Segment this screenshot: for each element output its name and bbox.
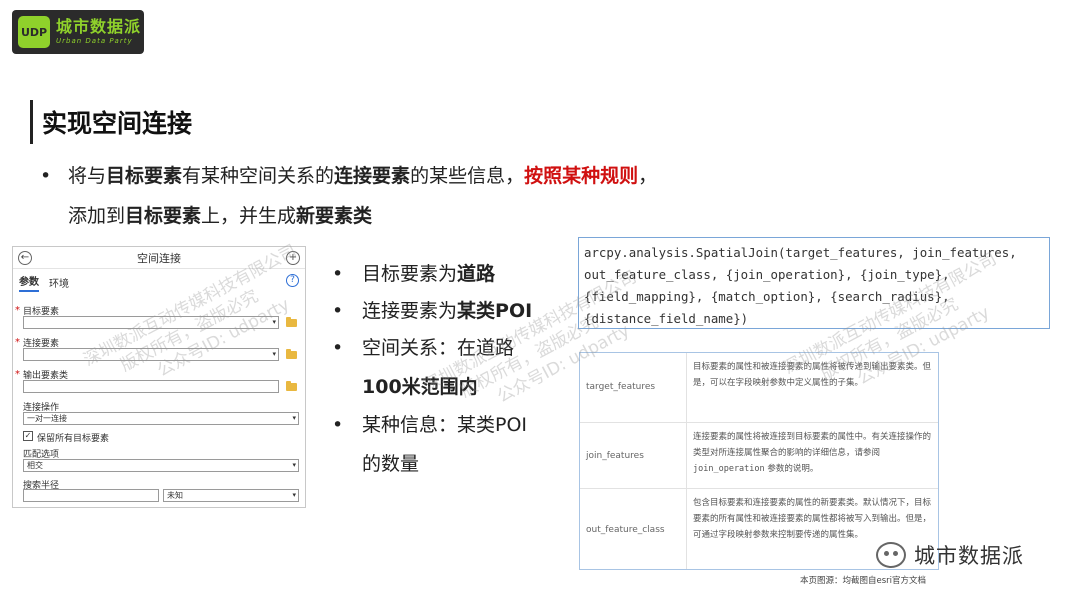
help-icon[interactable]: ? <box>286 274 299 287</box>
param-desc: 连接要素的属性将被连接到目标要素的属性中。有关连接操作的类型对所连接属性聚合的影… <box>693 429 933 477</box>
param-desc-text: 连接要素的属性将被连接到目标要素的属性中。有关连接操作的类型对所连接属性聚合的影… <box>693 432 932 458</box>
join-operation-value: 一对一连接 <box>27 414 67 423</box>
example-text: 的数量 <box>362 453 420 475</box>
logo-text: 城市数据派 Urban Data Party <box>56 18 141 46</box>
parameter-table: target_features 目标要素的属性和被连接要素的属性将被传递到输出要… <box>579 352 939 570</box>
slide-title: 实现空间连接 <box>42 109 193 138</box>
param-desc-code: join_operation <box>693 464 765 474</box>
target-features-select[interactable]: ▾ <box>23 316 279 329</box>
folder-icon[interactable] <box>286 317 297 327</box>
example-bullet-target: • 目标要素为道路 <box>332 256 532 293</box>
search-radius-unit-select[interactable]: 未知 ▾ <box>163 489 299 502</box>
join-features-select[interactable]: ▾ <box>23 348 279 361</box>
intro-line-1: 将与目标要素有某种空间关系的连接要素的某些信息，按照某种规则， <box>40 156 1040 196</box>
wechat-brand: 城市数据派 <box>876 540 1024 570</box>
brand-name: 城市数据派 <box>914 544 1024 568</box>
example-bullet-relation: • 空间关系：在道路 <box>332 330 532 367</box>
example-bullet-info-cont: 的数量 <box>332 444 532 484</box>
bullet-dot: • <box>332 337 344 359</box>
udp-logo: UDP 城市数据派 Urban Data Party <box>12 10 144 54</box>
match-option-value: 相交 <box>27 461 43 470</box>
param-name: out_feature_class <box>586 525 665 535</box>
keep-all-targets-checkbox[interactable]: ✓ <box>23 431 33 441</box>
param-name: join_features <box>586 451 644 461</box>
intro-text: 添加到 <box>68 205 126 227</box>
wechat-icon <box>876 542 906 568</box>
table-row: target_features 目标要素的属性和被连接要素的属性将被传递到输出要… <box>580 353 938 423</box>
dialog-tabs: 参数 环境 ? <box>13 272 305 292</box>
output-feature-class-input[interactable] <box>23 380 279 393</box>
intro-bold-target: 目标要素 <box>106 165 183 187</box>
param-desc: 目标要素的属性和被连接要素的属性将被传递到输出要素类。但是，可以在字段映射参数中… <box>693 362 932 388</box>
intro-bold-target: 目标要素 <box>125 205 202 227</box>
chevron-down-icon: ▾ <box>292 461 296 469</box>
add-icon[interactable]: + <box>286 251 300 265</box>
bullet-dot: • <box>40 165 52 187</box>
spatial-join-dialog: ← 空间连接 + 参数 环境 ? * 目标要素 ▾ * 连接要素 ▾ * 输出要… <box>12 246 306 508</box>
param-desc: 包含目标要素和连接要素的属性的新要素类。默认情况下，目标要素的所有属性和被连接要… <box>693 498 932 540</box>
required-mark: * <box>15 337 20 348</box>
chevron-down-icon: ▾ <box>272 350 276 358</box>
folder-icon[interactable] <box>286 349 297 359</box>
intro-text: ， <box>638 165 658 187</box>
intro-bold-join: 连接要素 <box>334 165 411 187</box>
tab-environments[interactable]: 环境 <box>49 275 69 292</box>
logo-en: Urban Data Party <box>56 37 133 45</box>
spatialjoin-code-block: arcpy.analysis.SpatialJoin(target_featur… <box>578 237 1050 329</box>
required-mark: * <box>15 305 20 316</box>
example-bullet-relation-cont: 100米范围内 <box>332 367 532 407</box>
logo-mark-icon: UDP <box>18 16 50 48</box>
back-icon[interactable]: ← <box>18 251 32 265</box>
bullet-dot: • <box>332 414 344 436</box>
param-desc-text: 参数的说明。 <box>764 464 819 474</box>
example-text: 空间关系：在道路 <box>362 337 515 359</box>
example-bullet-join: • 连接要素为某类POI <box>332 293 532 330</box>
folder-icon[interactable] <box>286 381 297 391</box>
keep-all-targets-label: 保留所有目标要素 <box>37 434 110 444</box>
intro-red-rule: 按照某种规则 <box>524 165 639 187</box>
dialog-title: 空间连接 <box>137 251 181 265</box>
example-bullets: • 目标要素为道路 • 连接要素为某类POI • 空间关系：在道路 100米范围内 •… <box>332 256 532 484</box>
intro-line-2: 添加到目标要素上，并生成新要素类 <box>40 196 1040 236</box>
tab-parameters[interactable]: 参数 <box>19 273 39 292</box>
join-operation-select[interactable]: 一对一连接 ▾ <box>23 412 299 425</box>
intro-text: 上，并生成 <box>201 205 297 227</box>
search-radius-unit-value: 未知 <box>167 491 183 500</box>
dialog-header: ← 空间连接 + <box>13 247 305 269</box>
required-mark: * <box>15 369 20 380</box>
chevron-down-icon: ▾ <box>292 414 296 422</box>
example-bold: 100米范围内 <box>362 376 478 398</box>
table-row: join_features 连接要素的属性将被连接到目标要素的属性中。有关连接操… <box>580 423 938 489</box>
chevron-down-icon: ▾ <box>292 491 296 499</box>
intro-text: 有某种空间关系的 <box>182 165 335 187</box>
search-radius-input[interactable] <box>23 489 159 502</box>
example-text: 某种信息：某类POI <box>362 414 528 436</box>
param-name: target_features <box>586 382 656 392</box>
logo-cn: 城市数据派 <box>56 17 142 36</box>
title-accent-bar <box>30 100 33 144</box>
example-bullet-info: • 某种信息：某类POI <box>332 407 532 444</box>
bullet-dot: • <box>332 300 344 322</box>
example-text: 连接要素为 <box>362 300 458 322</box>
intro-text: 的某些信息， <box>410 165 525 187</box>
example-bold: 道路 <box>457 263 496 285</box>
example-bold: 某类POI <box>457 300 533 322</box>
intro-bullet: • 将与目标要素有某种空间关系的连接要素的某些信息，按照某种规则， 添加到目标要… <box>40 156 1040 236</box>
example-text: 目标要素为 <box>362 263 458 285</box>
intro-text: 将与 <box>68 165 107 187</box>
image-source-note: 本页图源：均截图自esri官方文档 <box>800 576 927 586</box>
bullet-dot: • <box>332 263 344 285</box>
intro-bold-new: 新要素类 <box>296 205 373 227</box>
match-option-select[interactable]: 相交 ▾ <box>23 459 299 472</box>
chevron-down-icon: ▾ <box>272 318 276 326</box>
